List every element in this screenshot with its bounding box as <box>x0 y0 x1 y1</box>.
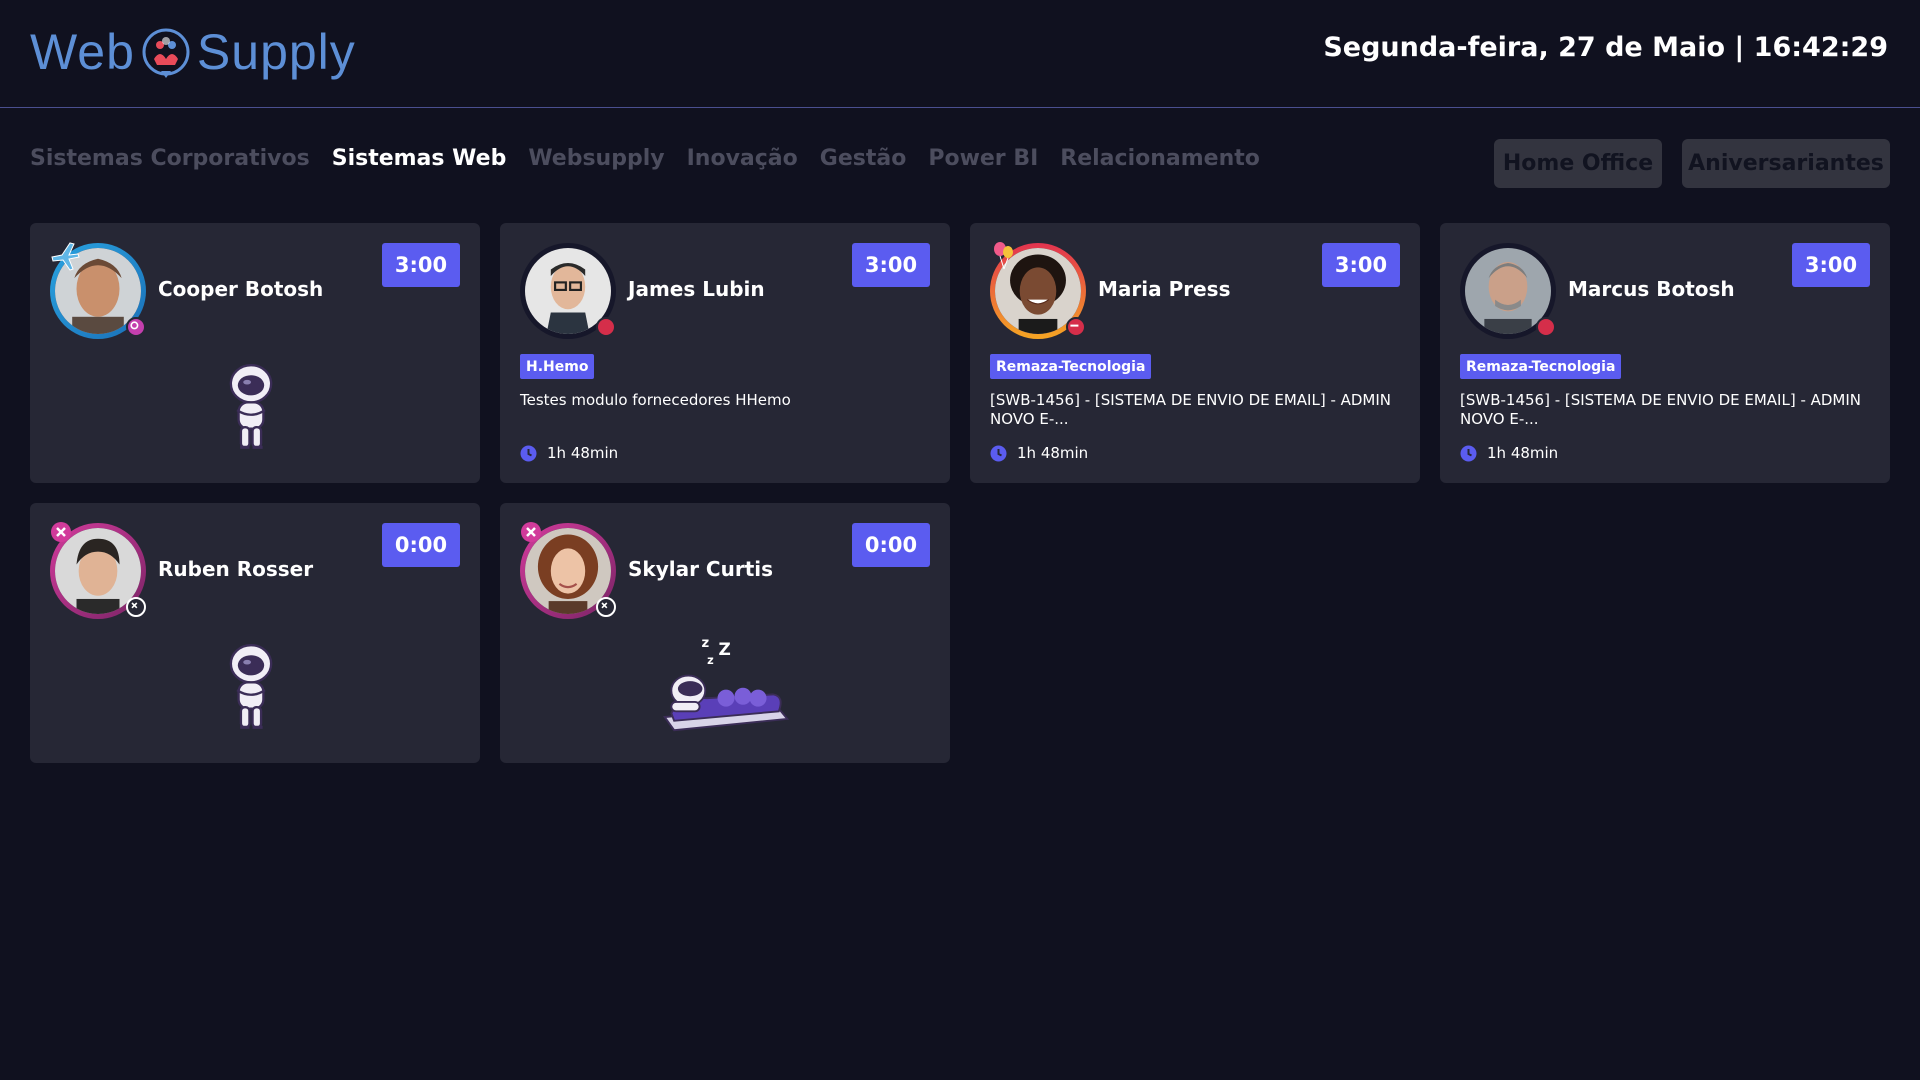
tab-websupply[interactable]: Websupply <box>528 146 664 171</box>
close-icon <box>48 519 82 553</box>
task-duration: 1h 48min <box>520 444 618 462</box>
logo-text-supply: Supply <box>196 24 356 80</box>
dnd-status-icon <box>1066 317 1086 337</box>
top-actions: Home Office Aniversariantes <box>1494 139 1890 188</box>
category-tabs: Sistemas Corporativos Sistemas Web Websu… <box>30 146 1260 171</box>
clock-icon <box>520 445 537 461</box>
websupply-logo[interactable]: Web Supply <box>30 24 356 80</box>
aniversariantes-button[interactable]: Aniversariantes <box>1682 139 1890 188</box>
tab-relacionamento[interactable]: Relacionamento <box>1060 146 1260 171</box>
logo-text-web: Web <box>30 24 135 80</box>
user-card[interactable]: Ruben Rosser 0:00 <box>30 503 480 763</box>
avatar <box>1460 243 1556 339</box>
time-badge: 3:00 <box>382 243 460 287</box>
duration-text: 1h 48min <box>1487 444 1559 462</box>
user-card[interactable]: James Lubin 3:00 H.Hemo Testes modulo fo… <box>500 223 950 483</box>
offline-status-icon <box>126 597 146 617</box>
user-card[interactable]: Marcus Botosh 3:00 Remaza-Tecnologia [SW… <box>1440 223 1890 483</box>
balloon-icon <box>988 239 1022 273</box>
user-name: Ruben Rosser <box>158 557 314 581</box>
task-description: Testes modulo fornecedores HHemo <box>520 391 791 409</box>
airplane-icon <box>48 239 82 273</box>
astronaut-sleeping-illustration <box>660 631 792 737</box>
time-badge: 0:00 <box>852 523 930 567</box>
astronaut-standing-illustration <box>220 351 282 463</box>
avatar <box>50 522 146 619</box>
time-badge: 0:00 <box>382 523 460 567</box>
user-name: Skylar Curtis <box>628 557 774 581</box>
tab-sistemas-corporativos[interactable]: Sistemas Corporativos <box>30 146 310 171</box>
close-icon <box>518 519 552 553</box>
tab-power-bi[interactable]: Power BI <box>928 146 1038 171</box>
busy-status-icon <box>596 317 616 337</box>
current-datetime: Segunda-feira, 27 de Maio | 16:42:29 <box>1323 32 1888 63</box>
time-badge: 3:00 <box>852 243 930 287</box>
task-duration: 1h 48min <box>990 444 1088 462</box>
logo-emblem-icon <box>139 25 193 79</box>
avatar <box>520 522 616 619</box>
offline-status-icon <box>596 597 616 617</box>
task-description: [SWB-1456] - [SISTEMA DE ENVIO DE EMAIL]… <box>990 391 1392 428</box>
top-header: Web Supply Segunda-feira, 27 de Maio | 1… <box>0 0 1920 108</box>
user-card[interactable]: Skylar Curtis 0:00 <box>500 503 950 763</box>
client-tag: Remaza-Tecnologia <box>990 354 1152 379</box>
user-name: James Lubin <box>628 277 765 301</box>
time-badge: 3:00 <box>1792 243 1870 287</box>
clock-icon <box>990 445 1007 461</box>
duration-text: 1h 48min <box>547 444 619 462</box>
avatar <box>50 242 146 339</box>
away-status-icon <box>126 317 146 337</box>
avatar <box>990 242 1086 339</box>
user-name: Maria Press <box>1098 277 1231 301</box>
user-card[interactable]: Cooper Botosh 3:00 <box>30 223 480 483</box>
user-name: Cooper Botosh <box>158 277 324 301</box>
client-tag: H.Hemo <box>520 354 595 379</box>
duration-text: 1h 48min <box>1017 444 1089 462</box>
avatar <box>520 243 616 339</box>
user-name: Marcus Botosh <box>1568 277 1735 301</box>
task-description: [SWB-1456] - [SISTEMA DE ENVIO DE EMAIL]… <box>1460 391 1862 428</box>
task-duration: 1h 48min <box>1460 444 1558 462</box>
home-office-button[interactable]: Home Office <box>1494 139 1662 188</box>
tab-inovacao[interactable]: Inovação <box>687 146 798 171</box>
client-tag: Remaza-Tecnologia <box>1460 354 1622 379</box>
tab-gestao[interactable]: Gestão <box>820 146 907 171</box>
tab-sistemas-web[interactable]: Sistemas Web <box>332 146 507 171</box>
time-badge: 3:00 <box>1322 243 1400 287</box>
clock-icon <box>1460 445 1477 461</box>
user-card[interactable]: Maria Press 3:00 Remaza-Tecnologia [SWB-… <box>970 223 1420 483</box>
busy-status-icon <box>1536 317 1556 337</box>
astronaut-standing-illustration <box>220 631 282 743</box>
